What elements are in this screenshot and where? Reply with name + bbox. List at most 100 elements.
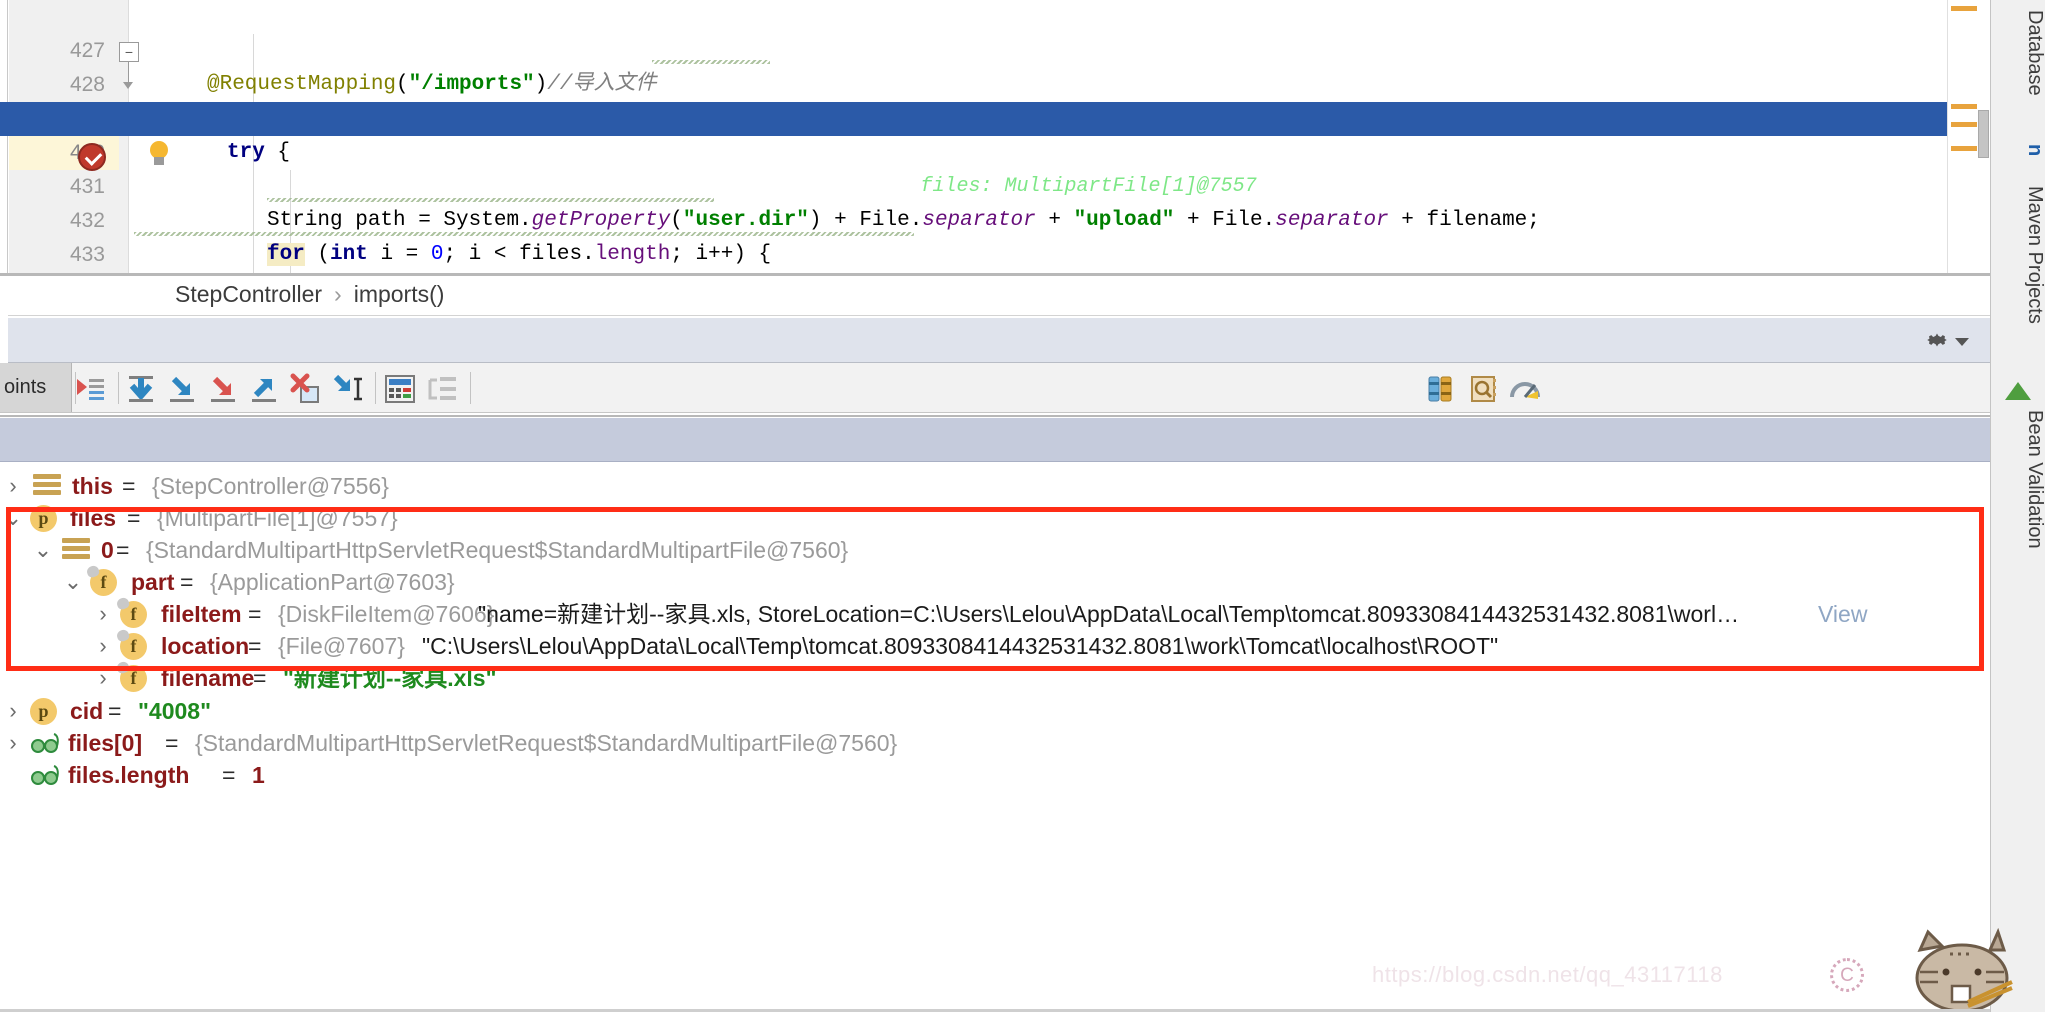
right-tool-rail: Database n Maven Projects Bean Validatio… — [1990, 0, 2045, 1012]
collapse-chevron-icon[interactable]: ⌄ — [2, 502, 24, 534]
run-to-cursor-icon[interactable] — [330, 371, 366, 407]
warning-squiggle — [267, 198, 714, 202]
field-icon: f — [90, 569, 117, 596]
toolbar-bottom-divider — [0, 415, 1990, 417]
collapse-chevron-icon[interactable]: ⌄ — [62, 566, 84, 598]
intention-bulb-icon[interactable] — [147, 141, 171, 169]
sidebar-item-database[interactable]: Database — [1991, 4, 2045, 134]
expand-chevron-icon[interactable]: › — [92, 662, 114, 694]
variable-name: cid — [70, 698, 104, 724]
variable-row-filename[interactable]: › f filename = "新建计划--家具.xls" — [0, 662, 1990, 694]
variable-row-index-0[interactable]: ⌄ 0 = {StandardMultipartHttpServletReque… — [0, 534, 1990, 566]
variable-name: location — [161, 633, 250, 659]
evaluate-expression-icon[interactable] — [382, 371, 418, 407]
editor-scrollbar[interactable] — [1947, 0, 1990, 273]
breakpoints-tab-label: oints — [4, 376, 47, 398]
field-icon: f — [120, 601, 147, 628]
code-line-430-current[interactable]: 430 String filename = files[0].getOrigin… — [0, 102, 1990, 198]
expand-chevron-icon[interactable]: › — [2, 470, 24, 502]
code-line-429[interactable]: 429 try { — [0, 68, 1990, 164]
variable-value: {DiskFileItem@7606} — [278, 601, 495, 627]
scroll-marker[interactable] — [1951, 104, 1977, 109]
variable-row-part[interactable]: ⌄ f part = {ApplicationPart@7603} — [0, 566, 1990, 598]
expand-chevron-icon[interactable]: › — [2, 727, 24, 759]
object-icon — [33, 474, 61, 498]
sidebar-item-bean-validation[interactable]: Bean Validation — [1991, 404, 2045, 634]
sidebar-item-n[interactable]: n — [1991, 138, 2045, 178]
toolbar-divider — [470, 372, 471, 404]
variable-row-this[interactable]: › this = {StepController@7556} — [0, 470, 1990, 502]
variable-value: {File@7607} — [278, 633, 405, 659]
breadcrumb-class[interactable]: StepController — [175, 281, 322, 307]
drop-frame-icon[interactable] — [288, 371, 324, 407]
breakpoints-tab[interactable]: oints →▪ — [0, 363, 73, 775]
variable-name: this — [72, 473, 113, 499]
variable-value: {StepController@7556} — [152, 473, 389, 499]
breakpoint-icon[interactable] — [78, 143, 106, 171]
code-line-433[interactable]: 433 System.out.println(files.length); — [0, 204, 1990, 266]
variable-name: 0 — [101, 537, 114, 563]
watch-row-fileslength[interactable]: files.length = 1 — [0, 759, 1990, 791]
trace-stream-chain-icon[interactable] — [424, 371, 460, 407]
breadcrumb-method[interactable]: imports() — [354, 281, 445, 307]
variables-tree[interactable]: › this = {StepController@7556} ⌄ p files… — [0, 462, 1990, 1012]
toolbar-divider — [375, 372, 376, 404]
variable-name: files — [70, 505, 117, 531]
variable-row-fileitem[interactable]: › f fileItem = {DiskFileItem@7606} "name… — [0, 598, 1990, 630]
scroll-marker[interactable] — [1951, 146, 1977, 151]
equals-sign: = — [116, 537, 130, 563]
force-step-into-icon[interactable] — [205, 371, 241, 407]
code-line-434[interactable]: 434 — [0, 238, 1990, 272]
code-fold-minus-icon[interactable]: − — [119, 42, 139, 62]
watch-row-files0[interactable]: › files[0] = {StandardMultipartHttpServl… — [0, 727, 1990, 759]
expand-chevron-icon[interactable]: › — [92, 630, 114, 662]
code-editor[interactable]: 427 @RequestMapping("/imports")//导入文件 42… — [0, 0, 1990, 273]
equals-sign: = — [222, 762, 236, 788]
gear-icon[interactable] — [1924, 327, 1950, 353]
variable-row-location[interactable]: › f location = {File@7607} "C:\Users\Lel… — [0, 630, 1990, 662]
warning-squiggle — [652, 60, 770, 64]
watch-glasses-icon — [30, 732, 62, 756]
collapse-chevron-icon[interactable]: ⌄ — [32, 534, 54, 566]
watch-expression: files.length — [68, 762, 190, 788]
scrollbar-thumb[interactable] — [1978, 110, 1989, 158]
field-icon: f — [120, 633, 147, 660]
watch-glasses-icon — [30, 764, 62, 788]
equals-sign: = — [127, 505, 141, 531]
scroll-marker[interactable] — [1951, 122, 1977, 127]
code-line-427[interactable]: 427 @RequestMapping("/imports")//导入文件 — [0, 0, 1990, 96]
sidebar-item-maven-projects[interactable]: Maven Projects — [1991, 180, 2045, 380]
memory-view-icon[interactable] — [1465, 371, 1501, 407]
equals-sign: = — [165, 730, 179, 756]
expand-chevron-icon[interactable]: › — [2, 695, 24, 727]
expand-chevron-icon[interactable]: › — [92, 598, 114, 630]
idea-debugger-window: 427 @RequestMapping("/imports")//导入文件 42… — [0, 0, 2045, 1012]
code-line-432[interactable]: 432 for (int i = 0; i < files.length; i+… — [0, 170, 1990, 266]
scroll-marker[interactable] — [1951, 6, 1977, 11]
variable-row-files[interactable]: ⌄ p files = {MultipartFile[1]@7557} — [0, 502, 1990, 534]
view-link[interactable]: View — [1818, 598, 1867, 630]
variable-string-value: "C:\Users\Lelou\AppData\Local\Temp\tomca… — [422, 633, 1499, 659]
variable-string-value: "新建计划--家具.xls" — [283, 665, 497, 691]
step-into-icon[interactable] — [164, 371, 200, 407]
step-over-icon[interactable] — [123, 371, 159, 407]
variable-value: {ApplicationPart@7603} — [210, 569, 455, 595]
variable-row-cid[interactable]: › p cid = "4008" — [0, 695, 1990, 727]
threads-icon[interactable] — [1423, 371, 1459, 407]
code-line-428[interactable]: 428 public boolean imports(@RequestParam… — [0, 34, 1990, 130]
chevron-down-icon[interactable] — [1955, 338, 1969, 346]
profiler-icon[interactable] — [1507, 371, 1543, 407]
step-out-icon[interactable] — [246, 371, 282, 407]
watch-value: {StandardMultipartHttpServletRequest$Sta… — [195, 730, 898, 756]
code-fold-range — [123, 62, 133, 89]
show-execution-point-icon[interactable] — [72, 371, 108, 407]
variable-name: filename — [161, 665, 255, 691]
field-icon: f — [120, 665, 147, 692]
variable-string-value: "name=新建计划--家具.xls, StoreLocation=C:\Use… — [478, 601, 1740, 627]
cat-sticker-image — [1880, 927, 2030, 1012]
breadcrumb[interactable]: StepController › imports() — [175, 281, 444, 308]
variable-value: {MultipartFile[1]@7557} — [157, 505, 398, 531]
equals-sign: = — [108, 698, 122, 724]
debug-panel-header — [8, 318, 1990, 363]
code-line-431[interactable]: 431 String path = System.getProperty("us… — [0, 136, 1990, 232]
